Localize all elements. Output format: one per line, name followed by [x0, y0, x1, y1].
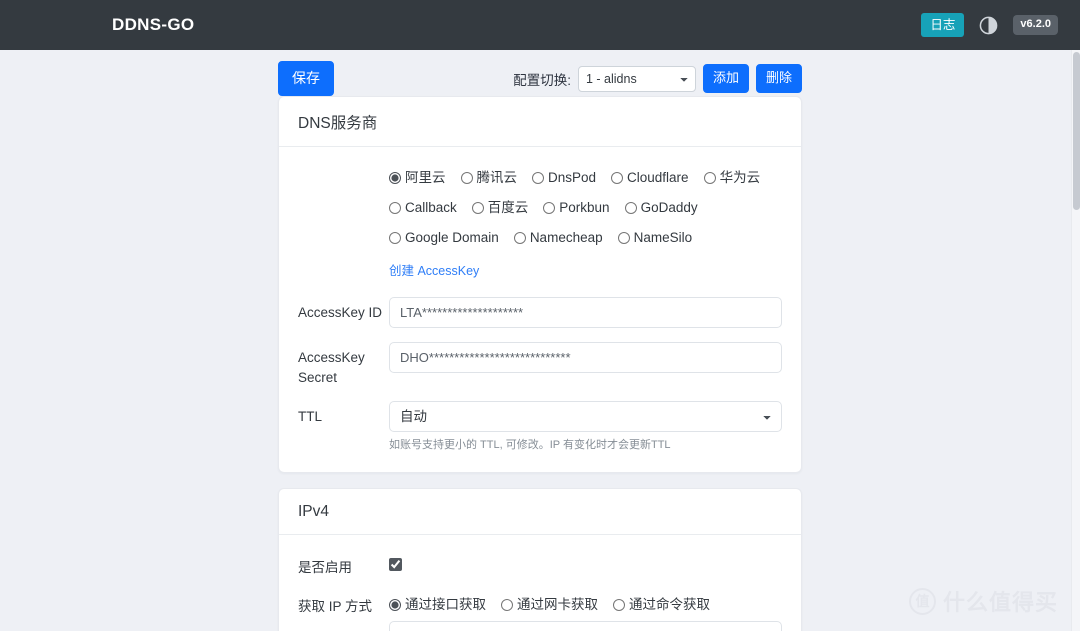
- ipv4-enable-row: 是否启用: [298, 552, 782, 578]
- watermark-logo-icon: 值: [908, 587, 936, 615]
- ipv4-method-radio-label: 通过网卡获取: [517, 597, 598, 613]
- provider-radio-label: 华为云: [719, 170, 761, 185]
- ipv4-method-radio-interface[interactable]: 通过接口获取: [389, 592, 486, 618]
- ipv4-method-radio-input[interactable]: [613, 599, 625, 612]
- ttl-label: TTL: [298, 409, 323, 425]
- provider-radio-label: GoDaddy: [640, 200, 698, 215]
- ipv4-method-radio-command[interactable]: 通过命令获取: [613, 592, 710, 618]
- ipv4-url-input[interactable]: [389, 621, 782, 631]
- provider-radio-input[interactable]: [389, 232, 401, 244]
- provider-radio-input[interactable]: [471, 202, 484, 214]
- provider-radio-label: 腾讯云: [476, 170, 518, 185]
- provider-radio-baidu[interactable]: 百度云: [471, 195, 529, 221]
- provider-radio-group: 阿里云 腾讯云 DnsPod Cloudflare 华为云 Callback 百…: [389, 164, 782, 251]
- provider-radio-label: NameSilo: [633, 230, 693, 245]
- create-accesskey-link[interactable]: 创建 AccessKey: [389, 260, 479, 279]
- delete-config-button[interactable]: 删除: [755, 64, 802, 93]
- provider-radio-input[interactable]: [543, 202, 556, 214]
- provider-radio-huawei[interactable]: 华为云: [703, 165, 761, 191]
- provider-radio-label: Google Domain: [405, 230, 499, 245]
- app-brand: DDNS-GO: [112, 15, 195, 34]
- provider-radio-input[interactable]: [624, 202, 637, 214]
- accesskey-id-input[interactable]: [389, 297, 782, 328]
- ttl-row: TTL 自动 如账号支持更小的 TTL, 可修改。IP 有变化时才会更新TTL: [298, 401, 782, 454]
- ipv4-card-title: IPv4: [298, 502, 330, 520]
- provider-radio-dnspod[interactable]: DnsPod: [532, 165, 596, 191]
- accesskey-id-label: AccessKey ID: [298, 305, 383, 320]
- provider-radio-input[interactable]: [617, 232, 630, 244]
- dns-card-header: DNS服务商: [279, 97, 801, 147]
- provider-radio-input[interactable]: [703, 172, 716, 184]
- accesskey-secret-label: AccessKey Secret: [298, 350, 365, 385]
- provider-radio-cloudflare[interactable]: Cloudflare: [611, 165, 689, 191]
- ipv4-method-row: 获取 IP 方式 通过接口获取 通过网卡获取 通过命令获取 https://my…: [298, 591, 782, 631]
- ipv4-method-radio-input[interactable]: [501, 599, 513, 612]
- page-scrollbar-thumb[interactable]: [1073, 52, 1080, 210]
- ipv4-card-header: IPv4: [279, 489, 801, 535]
- accesskey-secret-row: AccessKey Secret: [298, 342, 782, 387]
- ttl-select[interactable]: 自动: [389, 401, 782, 433]
- provider-radio-label: DnsPod: [548, 170, 597, 185]
- provider-radio-callback[interactable]: Callback: [389, 195, 457, 221]
- ipv4-enable-checkbox[interactable]: [389, 557, 402, 571]
- provider-radio-porkbun[interactable]: Porkbun: [543, 195, 610, 221]
- ipv4-method-field: 通过接口获取 通过网卡获取 通过命令获取: [389, 591, 782, 631]
- provider-radio-tencent[interactable]: 腾讯云: [460, 165, 518, 191]
- config-toolbar: 保存 配置切换: 1 - alidns 添加 删除: [278, 50, 802, 96]
- provider-row: 阿里云 腾讯云 DnsPod Cloudflare 华为云 Callback 百…: [298, 164, 782, 283]
- ipv4-card: IPv4 是否启用 获取 IP 方式 通过接口获取 通过网卡获取 通过命令获取 …: [278, 487, 802, 631]
- config-select[interactable]: 1 - alidns: [577, 65, 696, 92]
- log-button[interactable]: 日志: [921, 12, 965, 38]
- provider-radio-label: Cloudflare: [627, 170, 689, 185]
- accesskey-secret-input[interactable]: [389, 342, 782, 373]
- accesskey-id-row: AccessKey ID: [298, 297, 782, 328]
- provider-radio-input[interactable]: [513, 232, 526, 244]
- theme-toggle-icon[interactable]: [978, 15, 999, 36]
- ipv4-method-radio-label: 通过接口获取: [405, 597, 486, 613]
- page-scrollbar[interactable]: [1071, 50, 1080, 631]
- ipv4-method-radio-group: 通过接口获取 通过网卡获取 通过命令获取: [389, 591, 782, 618]
- add-config-button[interactable]: 添加: [702, 64, 749, 93]
- provider-radio-input[interactable]: [389, 202, 401, 214]
- provider-label-spacer: [298, 164, 389, 170]
- top-navbar: DDNS-GO 日志 v6.2.0: [0, 0, 1080, 50]
- ipv4-card-body: 是否启用 获取 IP 方式 通过接口获取 通过网卡获取 通过命令获取 https…: [279, 535, 801, 631]
- provider-radio-input[interactable]: [611, 172, 624, 184]
- ipv4-enable-field: [389, 552, 782, 574]
- save-button[interactable]: 保存: [278, 61, 334, 96]
- ipv4-enable-label: 是否启用: [298, 559, 352, 575]
- ipv4-method-label: 获取 IP 方式: [298, 599, 373, 615]
- accesskey-id-field: [389, 297, 782, 328]
- provider-radio-label: Callback: [405, 200, 457, 215]
- provider-radio-google-domain[interactable]: Google Domain: [389, 225, 499, 251]
- provider-field: 阿里云 腾讯云 DnsPod Cloudflare 华为云 Callback 百…: [389, 164, 782, 283]
- dns-provider-card: DNS服务商 阿里云 腾讯云 DnsPod Cloudflare 华为云 Cal…: [278, 96, 802, 473]
- provider-radio-input[interactable]: [389, 172, 401, 184]
- provider-radio-aliyun[interactable]: 阿里云: [389, 165, 446, 191]
- provider-radio-namesilo[interactable]: NameSilo: [617, 225, 693, 251]
- config-switch-label: 配置切换:: [513, 72, 571, 88]
- page-content: 保存 配置切换: 1 - alidns 添加 删除 DNS服务商 阿里云 腾讯云…: [0, 50, 1080, 631]
- dns-card-body: 阿里云 腾讯云 DnsPod Cloudflare 华为云 Callback 百…: [279, 147, 801, 472]
- provider-radio-label: 阿里云: [405, 170, 446, 185]
- navbar-actions: 日志 v6.2.0: [921, 12, 1058, 38]
- ipv4-method-radio-netcard[interactable]: 通过网卡获取: [501, 592, 598, 618]
- provider-radio-label: Namecheap: [529, 230, 603, 245]
- provider-radio-input[interactable]: [460, 172, 473, 184]
- version-badge: v6.2.0: [1013, 15, 1058, 35]
- accesskey-secret-field: [389, 342, 782, 373]
- ipv4-method-radio-input[interactable]: [389, 599, 401, 612]
- provider-radio-label: Porkbun: [559, 200, 610, 215]
- watermark: 值 什么值得买: [908, 585, 1058, 617]
- ipv4-method-radio-label: 通过命令获取: [629, 597, 710, 613]
- watermark-text: 什么值得买: [942, 590, 1058, 615]
- config-switch-group: 配置切换: 1 - alidns 添加 删除: [513, 64, 802, 93]
- ttl-helper-text: 如账号支持更小的 TTL, 可修改。IP 有变化时才会更新TTL: [389, 439, 671, 452]
- provider-radio-namecheap[interactable]: Namecheap: [513, 225, 603, 251]
- ttl-field: 自动 如账号支持更小的 TTL, 可修改。IP 有变化时才会更新TTL: [389, 401, 782, 454]
- provider-radio-godaddy[interactable]: GoDaddy: [624, 195, 698, 221]
- provider-radio-input[interactable]: [532, 172, 544, 184]
- dns-card-title: DNS服务商: [298, 115, 378, 132]
- provider-radio-label: 百度云: [487, 200, 529, 215]
